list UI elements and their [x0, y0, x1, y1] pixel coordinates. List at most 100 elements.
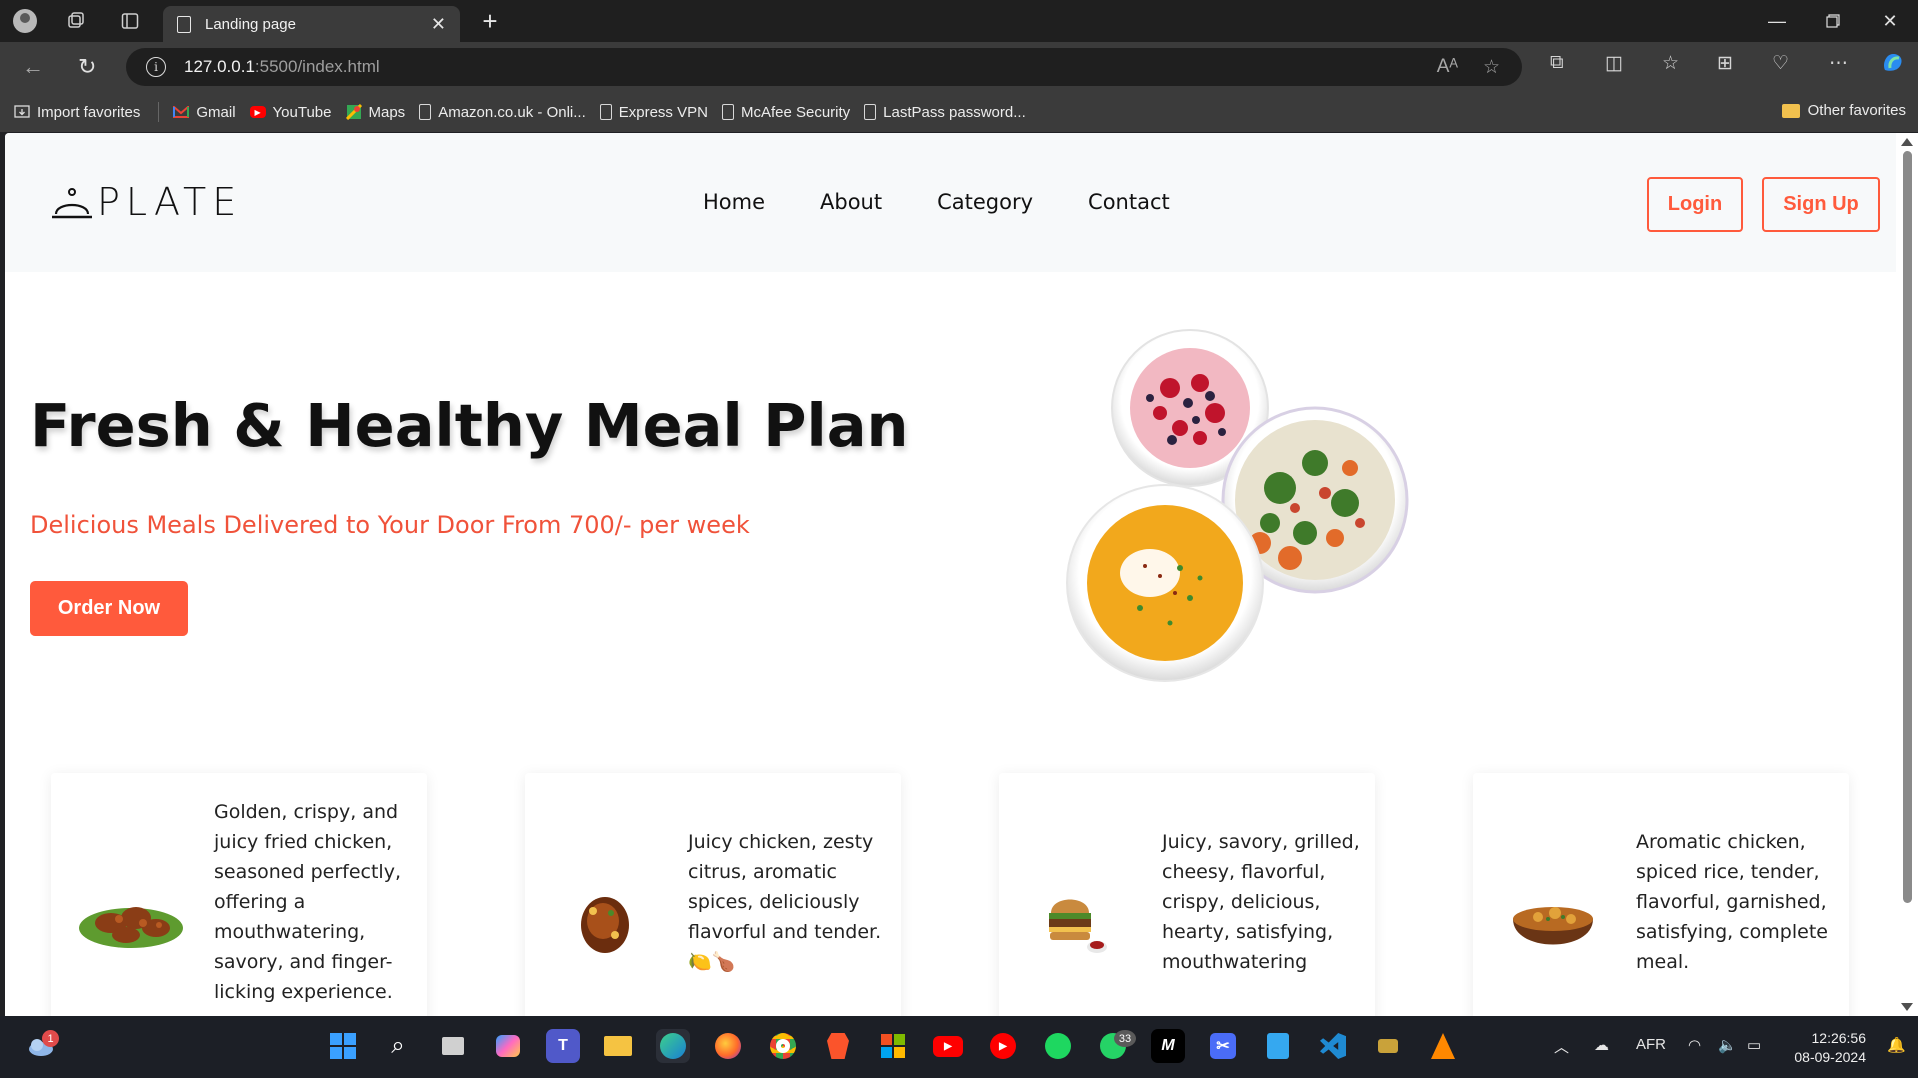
other-favorites[interactable]: Other favorites: [1781, 102, 1906, 119]
page-scrollbar[interactable]: [1896, 133, 1918, 1016]
minimize-button[interactable]: —: [1757, 6, 1797, 36]
bookmark-amazon[interactable]: Amazon.co.uk - Onli...: [419, 104, 586, 121]
battery-icon[interactable]: ▭: [1747, 1036, 1761, 1054]
scroll-down-icon[interactable]: [1901, 1003, 1913, 1011]
vlc-icon[interactable]: [1426, 1029, 1460, 1063]
close-window-button[interactable]: ✕: [1870, 6, 1910, 36]
volume-icon[interactable]: 🔈: [1718, 1036, 1737, 1054]
task-view-icon[interactable]: [436, 1029, 470, 1063]
hero-title: Fresh & Healthy Meal Plan: [30, 391, 909, 460]
spotify-icon[interactable]: [1041, 1029, 1075, 1063]
brave-icon[interactable]: [821, 1029, 855, 1063]
browser-titlebar: Landing page ✕ + — ✕: [0, 0, 1918, 42]
microsoft-store-icon[interactable]: [876, 1029, 910, 1063]
scroll-thumb[interactable]: [1903, 151, 1912, 903]
url-path: :5500/index.html: [254, 57, 380, 76]
nav-contact[interactable]: Contact: [1088, 190, 1170, 214]
meal-bowls-image: [1066, 329, 1409, 682]
vscode-icon[interactable]: [1316, 1029, 1350, 1063]
copilot-icon[interactable]: [1880, 50, 1906, 82]
scroll-up-icon[interactable]: [1901, 138, 1913, 146]
tab-landing-page[interactable]: Landing page ✕: [163, 6, 460, 42]
split-screen-icon[interactable]: ◫: [1605, 52, 1623, 75]
url-host: 127.0.0.1: [184, 57, 255, 76]
close-tab-icon[interactable]: ✕: [431, 14, 446, 35]
windows-start-icon[interactable]: [326, 1029, 360, 1063]
show-hidden-icons[interactable]: ︿: [1554, 1036, 1569, 1057]
workspaces-icon[interactable]: [64, 9, 88, 33]
notifications-icon[interactable]: 🔔: [1887, 1036, 1906, 1054]
browser-essentials-icon[interactable]: ♡: [1772, 52, 1789, 75]
bookmark-maps[interactable]: Maps: [345, 104, 405, 121]
site-header: PLATE Home About Category Contact Login …: [5, 133, 1896, 272]
youtube-icon: ▶: [249, 106, 266, 118]
more-menu-icon[interactable]: ⋯: [1829, 52, 1848, 75]
bookmark-mcafee[interactable]: McAfee Security: [721, 104, 850, 121]
main-nav: Home About Category Contact: [703, 190, 1170, 214]
nav-home[interactable]: Home: [703, 190, 765, 214]
weather-badge: 1: [42, 1030, 59, 1047]
bookmark-lastpass[interactable]: LastPass password...: [864, 104, 1026, 121]
meal-card[interactable]: Juicy, savory, grilled, cheesy, flavorfu…: [999, 773, 1375, 1016]
burger-image: [1049, 899, 1107, 953]
back-arrow-icon[interactable]: ←: [22, 54, 44, 80]
profile-avatar[interactable]: [13, 9, 37, 33]
restore-button[interactable]: [1813, 6, 1853, 36]
gmail-icon: [173, 104, 190, 120]
signup-button[interactable]: Sign Up: [1762, 177, 1880, 232]
refresh-icon[interactable]: ↻: [78, 54, 96, 80]
bookmark-youtube[interactable]: ▶ YouTube: [249, 104, 332, 121]
url-bar[interactable]: i 127.0.0.1:5500/index.html Aᴬ ☆: [126, 48, 1522, 86]
order-now-button[interactable]: Order Now: [30, 581, 188, 636]
meal-card[interactable]: Juicy chicken, zesty citrus, aromatic sp…: [525, 773, 901, 1016]
file-icon: [599, 104, 612, 120]
bookmark-import-favorites[interactable]: Import favorites: [14, 104, 140, 121]
collections-icon[interactable]: ⊞: [1717, 52, 1733, 75]
wifi-icon[interactable]: ◠: [1688, 1036, 1701, 1054]
login-button[interactable]: Login: [1647, 177, 1743, 232]
folder-icon: [1781, 103, 1800, 118]
meal-card-description: Juicy chicken, zesty citrus, aromatic sp…: [688, 831, 882, 973]
youtube-music-icon[interactable]: ▶: [986, 1029, 1020, 1063]
cloche-icon: [52, 188, 92, 219]
nav-about[interactable]: About: [820, 190, 882, 214]
maps-icon: [345, 104, 362, 120]
app-m-icon[interactable]: M: [1151, 1029, 1185, 1063]
snipping-tool-icon[interactable]: ✂: [1206, 1029, 1240, 1063]
edge-icon[interactable]: [656, 1029, 690, 1063]
favorites-icon[interactable]: ☆: [1662, 52, 1679, 75]
file-icon: [419, 104, 432, 120]
bookmark-separator: [158, 102, 160, 122]
language-indicator[interactable]: AFR: [1636, 1036, 1666, 1053]
search-icon[interactable]: ⌕: [381, 1029, 415, 1063]
read-aloud-icon[interactable]: Aᴬ: [1437, 56, 1458, 78]
notepad-icon[interactable]: [1261, 1029, 1295, 1063]
teams-icon[interactable]: T: [546, 1029, 580, 1063]
meal-card[interactable]: Golden, crispy, and juicy fried chicken,…: [51, 773, 427, 1016]
tab-title: Landing page: [205, 15, 296, 33]
chrome-icon[interactable]: [766, 1029, 800, 1063]
bookmark-express-vpn[interactable]: Express VPN: [599, 104, 708, 121]
extensions-icon[interactable]: ⧉: [1550, 52, 1564, 74]
site-info-icon[interactable]: i: [146, 57, 166, 77]
app-yellow-icon[interactable]: [1371, 1029, 1405, 1063]
new-tab-button[interactable]: +: [478, 6, 502, 36]
logo-text: PLATE: [97, 180, 243, 224]
site-logo[interactable]: PLATE: [51, 183, 242, 221]
meal-card-description: Juicy, savory, grilled, cheesy, flavorfu…: [1162, 831, 1360, 973]
clock-date: 08-09-2024: [1794, 1049, 1866, 1065]
nav-category[interactable]: Category: [937, 190, 1033, 214]
meal-card[interactable]: Aromatic chicken, spiced rice, tender, f…: [1473, 773, 1849, 1016]
fried-chicken-image: [79, 907, 183, 948]
onedrive-offline-icon[interactable]: ☁: [1594, 1036, 1609, 1054]
firefox-icon[interactable]: [711, 1029, 745, 1063]
hero-subtitle: Delicious Meals Delivered to Your Door F…: [30, 511, 750, 539]
bookmarks-bar: Import favorites Gmail ▶ YouTube Maps Am…: [0, 92, 1918, 132]
bookmark-gmail[interactable]: Gmail: [173, 104, 236, 121]
youtube-app-icon[interactable]: ▶: [931, 1029, 965, 1063]
system-clock[interactable]: 12:26:56 08-09-2024: [1794, 1029, 1866, 1067]
favorite-star-icon[interactable]: ☆: [1483, 56, 1500, 79]
copilot-taskbar-icon[interactable]: [491, 1029, 525, 1063]
file-explorer-icon[interactable]: [601, 1029, 635, 1063]
vertical-tabs-icon[interactable]: [118, 9, 142, 33]
